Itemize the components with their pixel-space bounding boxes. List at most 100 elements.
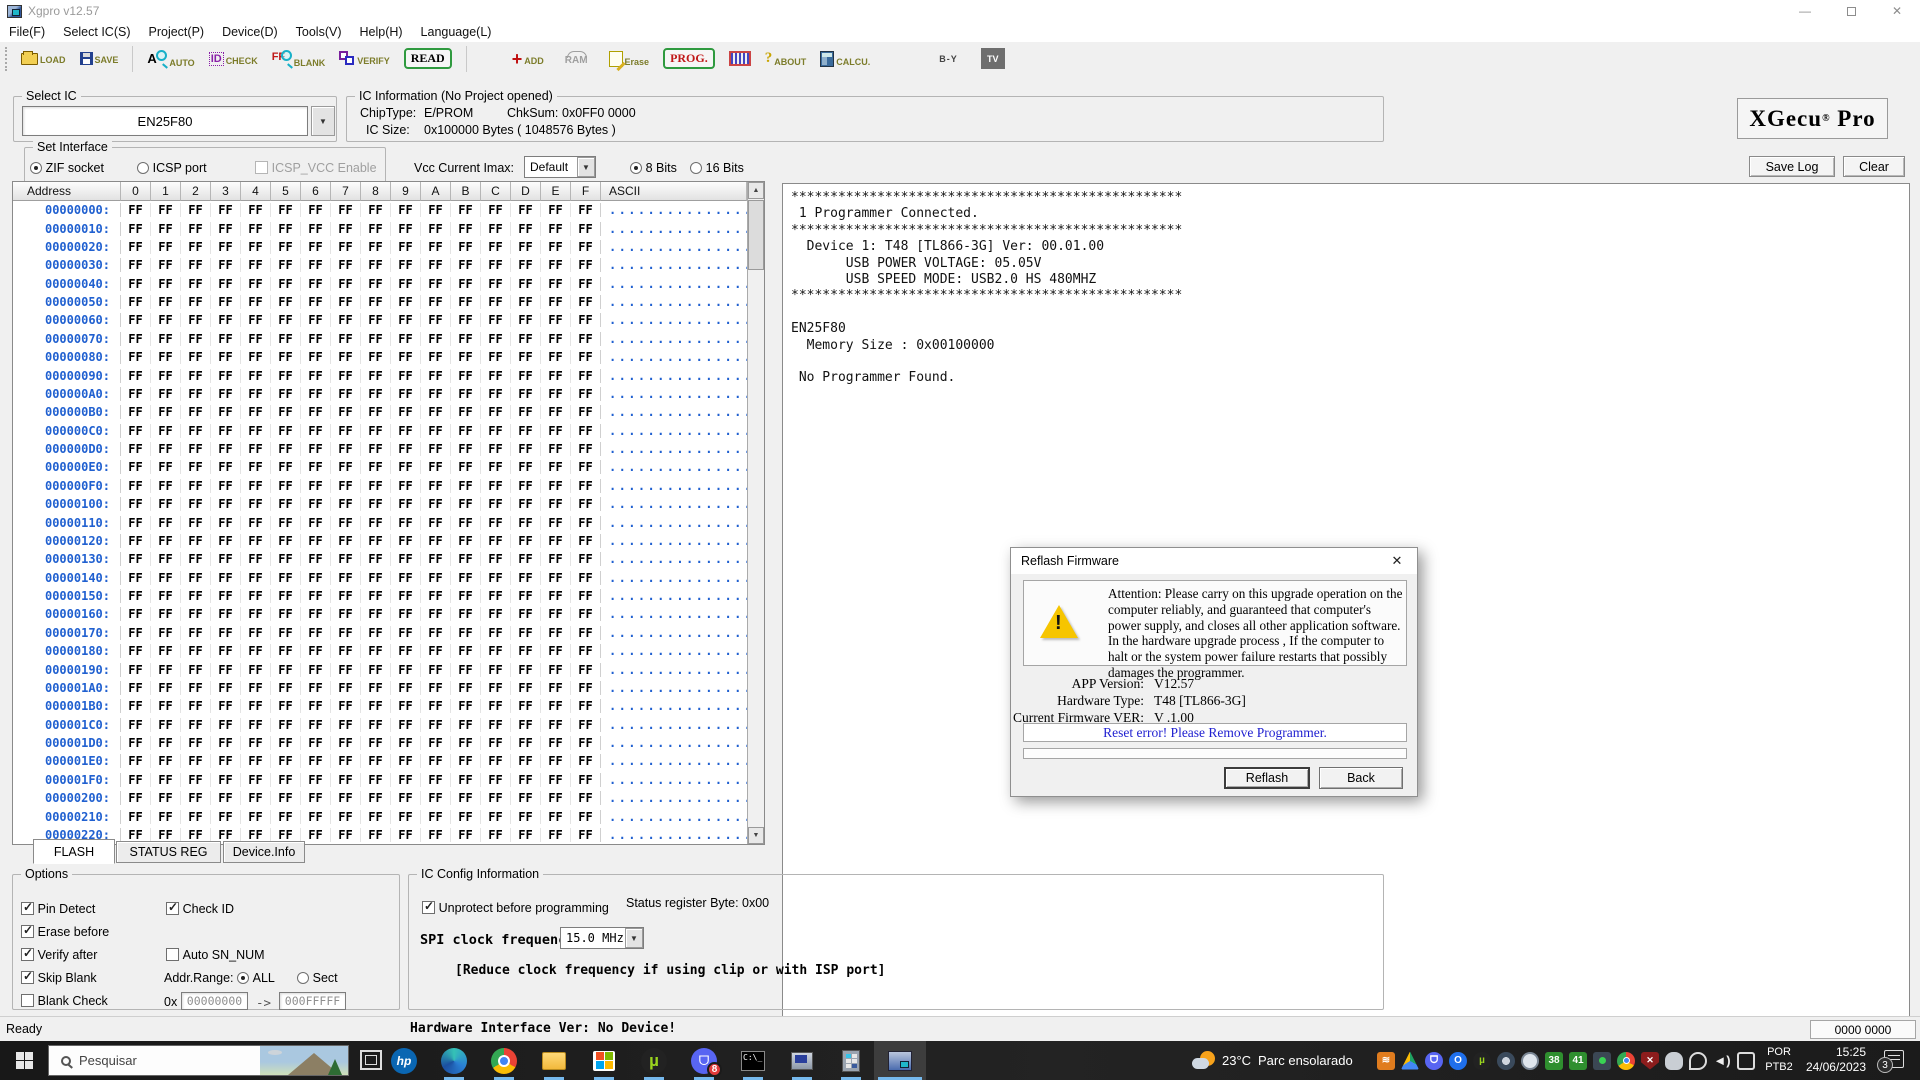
save-log-button[interactable]: Save Log (1749, 156, 1835, 177)
hex-byte[interactable]: FF (241, 736, 271, 750)
hex-byte[interactable]: FF (271, 534, 301, 548)
hex-byte[interactable]: FF (361, 277, 391, 291)
hex-byte[interactable]: FF (571, 313, 601, 327)
bits8-radio[interactable]: 8 Bits (630, 160, 677, 175)
network-display-tray-icon[interactable] (1737, 1052, 1755, 1070)
hex-byte[interactable]: FF (301, 626, 331, 640)
hex-byte[interactable]: FF (151, 516, 181, 530)
hex-byte[interactable]: FF (181, 810, 211, 824)
hex-byte[interactable]: FF (361, 773, 391, 787)
hex-byte[interactable]: FF (511, 571, 541, 585)
hex-byte[interactable]: FF (181, 626, 211, 640)
close-button[interactable]: ✕ (1874, 0, 1920, 22)
hex-byte[interactable]: FF (361, 222, 391, 236)
hex-byte[interactable]: FF (451, 571, 481, 585)
language-indicator[interactable]: POR PTB2 (1762, 1045, 1796, 1075)
taskbar-app-cmd[interactable]: C:\_ (729, 1041, 777, 1080)
hex-byte[interactable]: FF (271, 626, 301, 640)
hex-byte[interactable]: FF (121, 460, 151, 474)
taskbar-app-utorrent[interactable]: µ (630, 1041, 678, 1080)
hex-byte[interactable]: FF (361, 350, 391, 364)
hex-byte[interactable]: FF (451, 258, 481, 272)
hex-row[interactable]: 00000110:FFFFFFFFFFFFFFFFFFFFFFFFFFFFFFF… (13, 513, 747, 531)
hex-scrollbar[interactable]: ▲ ▼ (747, 182, 764, 844)
hex-byte[interactable]: FF (421, 571, 451, 585)
hex-byte[interactable]: FF (241, 350, 271, 364)
hex-byte[interactable]: FF (541, 350, 571, 364)
hex-byte[interactable]: FF (271, 736, 301, 750)
hex-byte[interactable]: FF (271, 442, 301, 456)
hex-byte[interactable]: FF (331, 699, 361, 713)
hex-byte[interactable]: FF (301, 571, 331, 585)
hex-byte[interactable]: FF (421, 497, 451, 511)
hex-byte[interactable]: FF (301, 497, 331, 511)
hex-byte[interactable]: FF (511, 405, 541, 419)
hex-byte[interactable]: FF (391, 718, 421, 732)
hex-byte[interactable]: FF (301, 313, 331, 327)
hex-byte[interactable]: FF (541, 424, 571, 438)
hex-byte[interactable]: FF (331, 810, 361, 824)
hex-byte[interactable]: FF (571, 681, 601, 695)
hex-byte[interactable]: FF (421, 405, 451, 419)
hex-byte[interactable]: FF (301, 718, 331, 732)
hex-row[interactable]: 00000180:FFFFFFFFFFFFFFFFFFFFFFFFFFFFFFF… (13, 642, 747, 660)
range-from-input[interactable]: 00000000 (181, 992, 248, 1010)
hex-byte[interactable]: FF (481, 277, 511, 291)
scroll-up-icon[interactable]: ▲ (748, 182, 764, 199)
hex-row[interactable]: 00000090:FFFFFFFFFFFFFFFFFFFFFFFFFFFFFFF… (13, 366, 747, 384)
hex-byte[interactable]: FF (511, 203, 541, 217)
hex-byte[interactable]: FF (361, 607, 391, 621)
hex-byte[interactable]: FF (571, 718, 601, 732)
hex-byte[interactable]: FF (151, 736, 181, 750)
hex-byte[interactable]: FF (121, 497, 151, 511)
hex-byte[interactable]: FF (421, 534, 451, 548)
hex-byte[interactable]: FF (451, 222, 481, 236)
hex-byte[interactable]: FF (391, 681, 421, 695)
hex-byte[interactable]: FF (121, 534, 151, 548)
hex-byte[interactable]: FF (271, 405, 301, 419)
check-button[interactable]: IDCHECK (209, 52, 258, 66)
logic-test-button[interactable]: B-Y (939, 54, 958, 64)
hex-row[interactable]: 00000030:FFFFFFFFFFFFFFFFFFFFFFFFFFFFFFF… (13, 256, 747, 274)
hex-byte[interactable]: FF (451, 791, 481, 805)
hex-byte[interactable]: FF (151, 534, 181, 548)
hex-byte[interactable]: FF (331, 240, 361, 254)
tv-button[interactable]: TV (981, 48, 1005, 69)
hex-byte[interactable]: FF (481, 736, 511, 750)
hex-byte[interactable]: FF (481, 405, 511, 419)
hex-byte[interactable]: FF (211, 387, 241, 401)
hex-byte[interactable]: FF (451, 313, 481, 327)
hex-row[interactable]: 00000060:FFFFFFFFFFFFFFFFFFFFFFFFFFFFFFF… (13, 311, 747, 329)
hex-byte[interactable]: FF (541, 222, 571, 236)
hex-byte[interactable]: FF (421, 258, 451, 272)
hex-byte[interactable]: FF (271, 699, 301, 713)
hex-byte[interactable]: FF (301, 222, 331, 236)
hex-byte[interactable]: FF (421, 607, 451, 621)
hex-row[interactable]: 00000160:FFFFFFFFFFFFFFFFFFFFFFFFFFFFFFF… (13, 605, 747, 623)
hex-byte[interactable]: FF (571, 589, 601, 603)
pin-detect-checkbox[interactable]: Pin Detect (21, 901, 95, 916)
hex-byte[interactable]: FF (541, 479, 571, 493)
hex-row[interactable]: 000000C0:FFFFFFFFFFFFFFFFFFFFFFFFFFFFFFF… (13, 422, 747, 440)
hex-byte[interactable]: FF (421, 718, 451, 732)
hex-byte[interactable]: FF (181, 479, 211, 493)
hex-byte[interactable]: FF (511, 589, 541, 603)
discord-tray-icon[interactable]: ᗜ (1425, 1052, 1443, 1070)
hex-byte[interactable]: FF (511, 534, 541, 548)
hex-byte[interactable]: FF (511, 332, 541, 346)
hex-byte[interactable]: FF (211, 736, 241, 750)
hex-byte[interactable]: FF (211, 332, 241, 346)
hex-byte[interactable]: FF (271, 810, 301, 824)
hex-byte[interactable]: FF (421, 479, 451, 493)
hex-byte[interactable]: FF (211, 810, 241, 824)
hex-byte[interactable]: FF (511, 295, 541, 309)
icsp-port-radio[interactable]: ICSP port (137, 160, 207, 175)
calcu-button[interactable]: CALCU. (820, 51, 870, 67)
speaker-tray-icon[interactable]: ◄) (1713, 1052, 1731, 1070)
hex-byte[interactable]: FF (241, 810, 271, 824)
hex-byte[interactable]: FF (391, 369, 421, 383)
hex-byte[interactable]: FF (241, 258, 271, 272)
hex-byte[interactable]: FF (301, 240, 331, 254)
hex-byte[interactable]: FF (451, 699, 481, 713)
hex-byte[interactable]: FF (241, 607, 271, 621)
